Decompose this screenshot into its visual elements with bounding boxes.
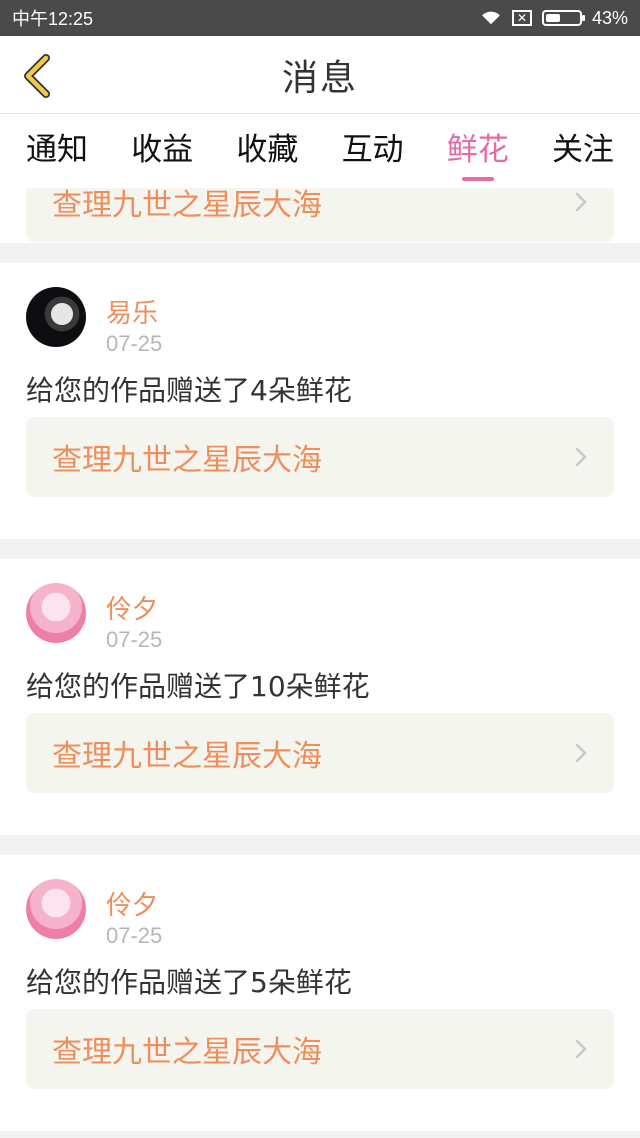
work-link[interactable]: 查理九世之星辰大海 (26, 188, 614, 242)
status-icons: ✕ 43% (480, 8, 628, 29)
username[interactable]: 伶夕 (106, 589, 158, 626)
sim-missing-icon: ✕ (511, 10, 532, 26)
list-item: 伶夕 07-25 给您的作品赠送了10朵鲜花 查理九世之星辰大海 (0, 559, 640, 835)
tab-flowers[interactable]: 鲜花 (447, 124, 509, 179)
work-link[interactable]: 查理九世之星辰大海 (26, 713, 614, 793)
message-text: 给您的作品赠送了5朵鲜花 (26, 966, 352, 999)
tab-notifications[interactable]: 通知 (26, 124, 88, 179)
avatar[interactable] (26, 287, 86, 347)
list-item: 查理九世之星辰大海 (0, 188, 640, 243)
status-bar: 中午12:25 ✕ 43% (0, 0, 640, 36)
message-list: 查理九世之星辰大海 易乐 07-25 给您的作品赠送了4朵鲜花 查理九世之星辰大… (0, 188, 640, 1138)
page-title: 消息 (281, 57, 358, 99)
user-row: 伶夕 07-25 (26, 855, 614, 955)
work-title: 查理九世之星辰大海 (52, 188, 322, 223)
back-chevron-icon[interactable] (18, 54, 58, 98)
avatar[interactable] (26, 583, 86, 643)
battery-icon (541, 10, 585, 26)
tab-bar: 通知 收益 收藏 互动 鲜花 关注 (0, 114, 640, 188)
work-title: 查理九世之星辰大海 (52, 1035, 322, 1070)
tab-interactions[interactable]: 互动 (342, 124, 404, 179)
chevron-right-icon (575, 192, 587, 212)
tab-earnings[interactable]: 收益 (131, 124, 193, 179)
header: 消息 (0, 36, 640, 114)
work-link[interactable]: 查理九世之星辰大海 (26, 1009, 614, 1089)
list-item: 伶夕 07-25 给您的作品赠送了5朵鲜花 查理九世之星辰大海 (0, 855, 640, 1131)
user-row: 伶夕 07-25 (26, 559, 614, 659)
date: 07-25 (106, 923, 163, 948)
user-row: 易乐 07-25 (26, 263, 614, 363)
work-title: 查理九世之星辰大海 (52, 739, 322, 774)
chevron-right-icon (575, 743, 587, 763)
battery-percent: 43% (591, 7, 628, 28)
date: 07-25 (106, 627, 163, 652)
date: 07-25 (106, 331, 163, 356)
chevron-right-icon (575, 1039, 587, 1059)
username[interactable]: 伶夕 (106, 885, 158, 922)
username[interactable]: 易乐 (106, 293, 158, 330)
list-item: 易乐 07-25 给您的作品赠送了4朵鲜花 查理九世之星辰大海 (0, 263, 640, 539)
status-time: 中午12:25 (12, 9, 94, 29)
tab-favorites[interactable]: 收藏 (236, 124, 298, 179)
wifi-icon (482, 11, 500, 25)
work-title: 查理九世之星辰大海 (52, 443, 322, 478)
message-text: 给您的作品赠送了4朵鲜花 (26, 374, 352, 407)
tab-following[interactable]: 关注 (552, 124, 614, 179)
message-text: 给您的作品赠送了10朵鲜花 (26, 670, 370, 703)
chevron-right-icon (575, 447, 587, 467)
avatar[interactable] (26, 879, 86, 939)
work-link[interactable]: 查理九世之星辰大海 (26, 417, 614, 497)
